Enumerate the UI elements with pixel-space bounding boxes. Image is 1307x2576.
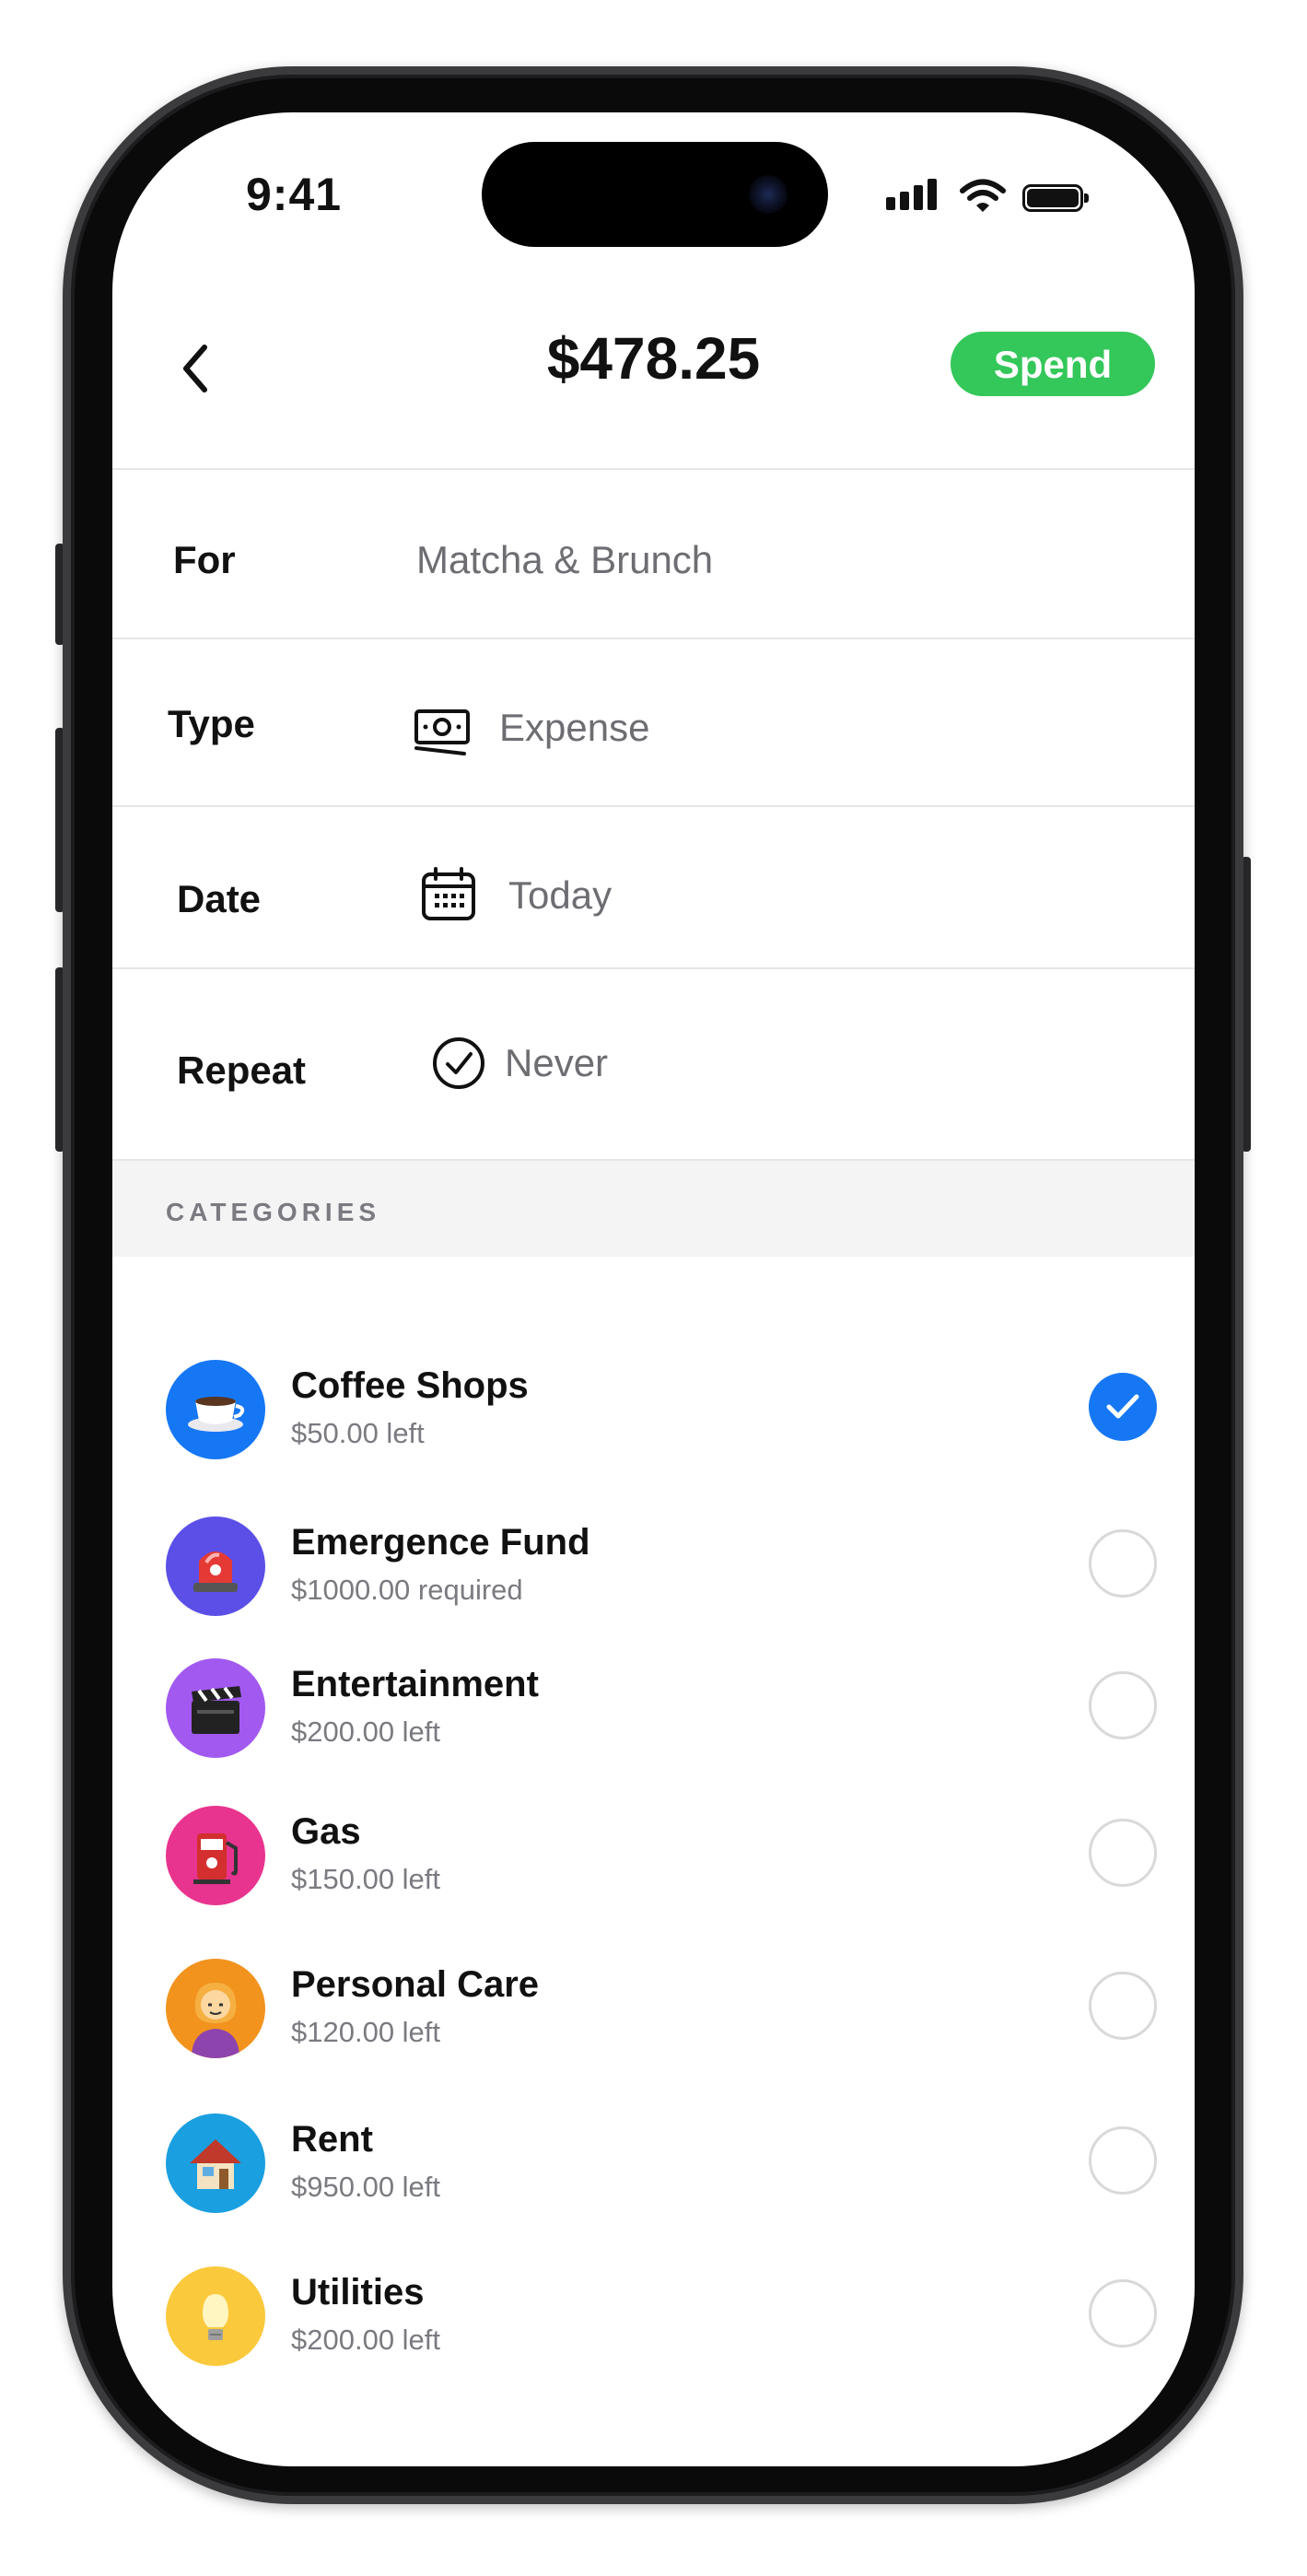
category-amount: $200.00 left	[291, 2324, 441, 2356]
fuel-pump-icon	[166, 1806, 265, 1905]
category-item-coffee-shops[interactable]: Coffee Shops $50.00 left	[112, 1347, 1195, 1476]
category-item-personal-care[interactable]: Personal Care $120.00 left	[112, 1946, 1195, 2075]
category-name: Utilities	[291, 2272, 425, 2313]
repeat-label: Repeat	[177, 1048, 307, 1092]
house-icon	[166, 2113, 265, 2213]
category-checkbox[interactable]	[1089, 2126, 1157, 2195]
date-value[interactable]: Today	[508, 873, 612, 918]
calendar-icon	[422, 867, 475, 920]
categories-header-label: CATEGORIES	[166, 1198, 381, 1226]
category-name: Rent	[291, 2119, 373, 2160]
category-checkbox[interactable]	[1089, 2279, 1157, 2348]
categories-section-header: CATEGORIES	[112, 1161, 1195, 1257]
divider	[112, 638, 1195, 639]
camera-icon	[749, 175, 788, 214]
wifi-icon	[960, 179, 1006, 212]
category-checkbox[interactable]	[1089, 1529, 1157, 1598]
category-item-rent[interactable]: Rent $950.00 left	[112, 2101, 1195, 2230]
light-bulb-icon	[166, 2266, 265, 2366]
category-name: Personal Care	[291, 1964, 540, 2005]
category-checkbox[interactable]	[1089, 1972, 1157, 2040]
siren-icon	[166, 1516, 265, 1616]
category-item-emergence-fund[interactable]: Emergence Fund $1000.00 required	[112, 1504, 1195, 1633]
category-checkbox-selected[interactable]	[1089, 1373, 1157, 1441]
spend-button[interactable]: Spend	[951, 332, 1155, 396]
check-circle-icon	[433, 1037, 484, 1089]
coffee-icon	[166, 1360, 265, 1459]
category-checkbox[interactable]	[1089, 1819, 1157, 1887]
type-label: Type	[168, 702, 255, 745]
divider	[112, 805, 1195, 807]
category-name: Gas	[291, 1811, 361, 1852]
dynamic-island	[482, 142, 828, 247]
category-amount: $950.00 left	[291, 2171, 441, 2203]
for-label: For	[173, 538, 236, 581]
battery-icon	[1022, 184, 1089, 212]
category-amount: $120.00 left	[291, 2016, 441, 2048]
category-item-utilities[interactable]: Utilities $200.00 left	[112, 2254, 1195, 2383]
divider	[112, 967, 1195, 969]
category-amount: $1000.00 required	[291, 1574, 523, 1606]
type-value[interactable]: Expense	[499, 706, 649, 750]
checkmark-icon	[1106, 1394, 1139, 1419]
divider	[112, 468, 1195, 470]
money-icon	[414, 709, 470, 755]
category-amount: $150.00 left	[291, 1863, 441, 1895]
cellular-signal-icon	[886, 177, 941, 214]
category-amount: $50.00 left	[291, 1417, 425, 1449]
category-checkbox[interactable]	[1089, 1671, 1157, 1739]
category-item-gas[interactable]: Gas $150.00 left	[112, 1793, 1195, 1922]
person-icon	[166, 1959, 265, 2058]
category-name: Entertainment	[291, 1664, 539, 1704]
date-label: Date	[177, 877, 262, 920]
clapperboard-icon	[166, 1658, 265, 1758]
category-name: Emergence Fund	[291, 1522, 590, 1563]
category-item-entertainment[interactable]: Entertainment $200.00 left	[112, 1645, 1195, 1774]
for-value[interactable]: Matcha & Brunch	[416, 538, 713, 582]
status-time: 9:41	[246, 169, 343, 220]
repeat-value[interactable]: Never	[505, 1041, 608, 1085]
category-amount: $200.00 left	[291, 1715, 441, 1748]
phone-screen: 9:41 $478.25 Spend For Matcha & Brunch T…	[112, 112, 1195, 2466]
category-name: Coffee Shops	[291, 1365, 529, 1406]
